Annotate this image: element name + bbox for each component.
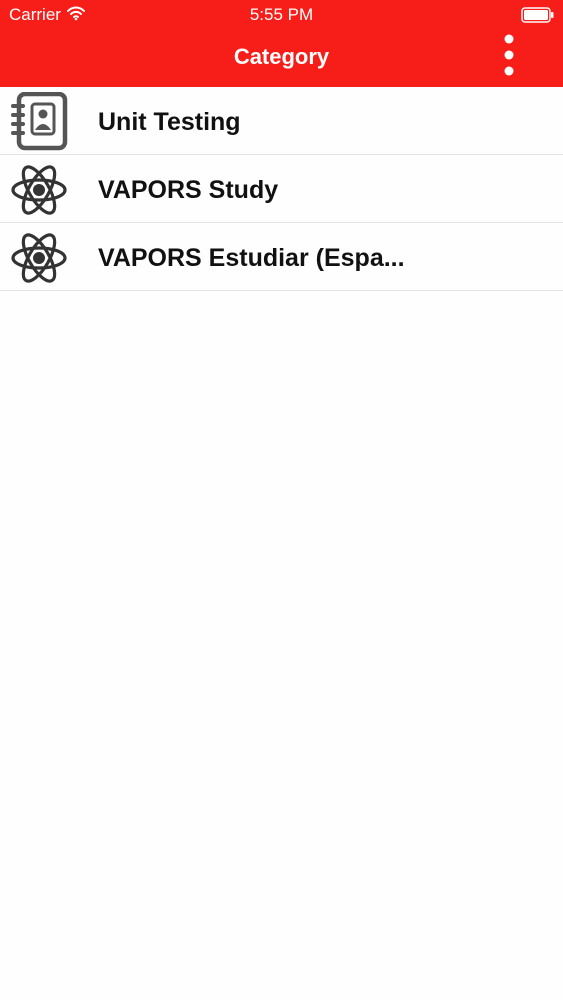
category-item-vapors-estudiar[interactable]: VAPORS Estudiar (Espa... [0,223,563,291]
category-label: VAPORS Estudiar (Espa... [98,244,405,272]
atom-icon [11,165,67,215]
category-label: VAPORS Study [98,176,279,204]
status-time: 5:55 PM [249,5,314,24]
category-list: Unit Testing VAPORS Study VAPORS Estudia… [0,87,563,291]
page-title: Category [233,44,330,69]
more-vertical-icon [504,34,514,76]
more-options-button[interactable] [496,32,522,80]
category-screen: Carrier 5:55 PM Category Unit Testing VA… [0,0,563,1000]
atom-icon [11,233,67,283]
address-book-icon [11,92,68,151]
app-header: Carrier 5:55 PM Category [0,0,563,87]
category-item-vapors-study[interactable]: VAPORS Study [0,155,563,223]
battery-icon [521,7,554,23]
category-item-unit-testing[interactable]: Unit Testing [0,87,563,155]
status-bar: Carrier 5:55 PM [0,0,563,30]
category-label: Unit Testing [98,108,241,136]
